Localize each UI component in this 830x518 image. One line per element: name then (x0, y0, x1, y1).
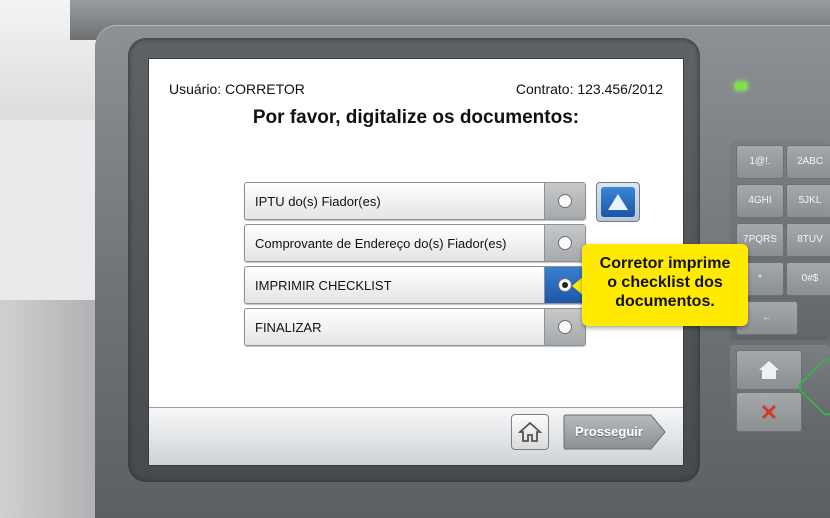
prosseguir-label: Prosseguir (575, 424, 643, 439)
annotation-callout: Corretor imprime o checklist dos documen… (582, 244, 748, 326)
option-iptu[interactable]: IPTU do(s) Fiador(es) (244, 182, 586, 220)
key-0[interactable]: 0#$ (786, 262, 830, 296)
stop-hard-key[interactable] (736, 392, 802, 432)
scroll-up-face (601, 187, 635, 217)
option-imprimir-checklist[interactable]: IMPRIMIR CHECKLIST (244, 266, 586, 304)
key-8[interactable]: 8TUV (786, 223, 830, 257)
radio-icon (558, 194, 572, 208)
callout-line-1: Corretor imprime (599, 255, 731, 272)
option-finalizar[interactable]: FINALIZAR (244, 308, 586, 346)
contract-label: Contrato: 123.456/2012 (515, 81, 663, 97)
callout-line-3: documentos. (615, 293, 715, 310)
option-label: IPTU do(s) Fiador(es) (255, 194, 381, 209)
radio-icon (558, 320, 572, 334)
key-4[interactable]: 4GHI (736, 184, 784, 218)
option-label: Comprovante de Endereço do(s) Fiador(es) (255, 236, 507, 251)
user-label: Usuário: CORRETOR (169, 81, 305, 97)
home-icon (759, 361, 779, 379)
option-select-button[interactable] (544, 225, 585, 261)
option-select-button[interactable] (544, 183, 585, 219)
status-led (735, 82, 747, 90)
radio-selected-icon (558, 278, 572, 292)
callout-line-2: o checklist dos (607, 274, 723, 291)
key-5[interactable]: 5JKL (786, 184, 830, 218)
radio-icon (558, 236, 572, 250)
home-hard-key[interactable] (736, 350, 802, 390)
triangle-up-icon (608, 194, 628, 210)
bottom-bar: Prosseguir (149, 407, 683, 465)
option-select-button[interactable] (544, 309, 585, 345)
option-label: IMPRIMIR CHECKLIST (255, 278, 392, 293)
key-1[interactable]: 1@!. (736, 145, 784, 179)
option-label: FINALIZAR (255, 320, 322, 335)
page-title: Por favor, digitalize os documentos: (252, 107, 580, 128)
home-icon (518, 421, 542, 442)
prosseguir-button[interactable]: Prosseguir (563, 414, 667, 450)
home-button[interactable] (511, 414, 549, 450)
scroll-up-button[interactable] (596, 182, 640, 222)
key-2[interactable]: 2ABC (786, 145, 830, 179)
option-comprovante[interactable]: Comprovante de Endereço do(s) Fiador(es) (244, 224, 586, 262)
cancel-x-icon (761, 404, 777, 420)
callout-text: Corretor imprime o checklist dos documen… (582, 254, 748, 311)
